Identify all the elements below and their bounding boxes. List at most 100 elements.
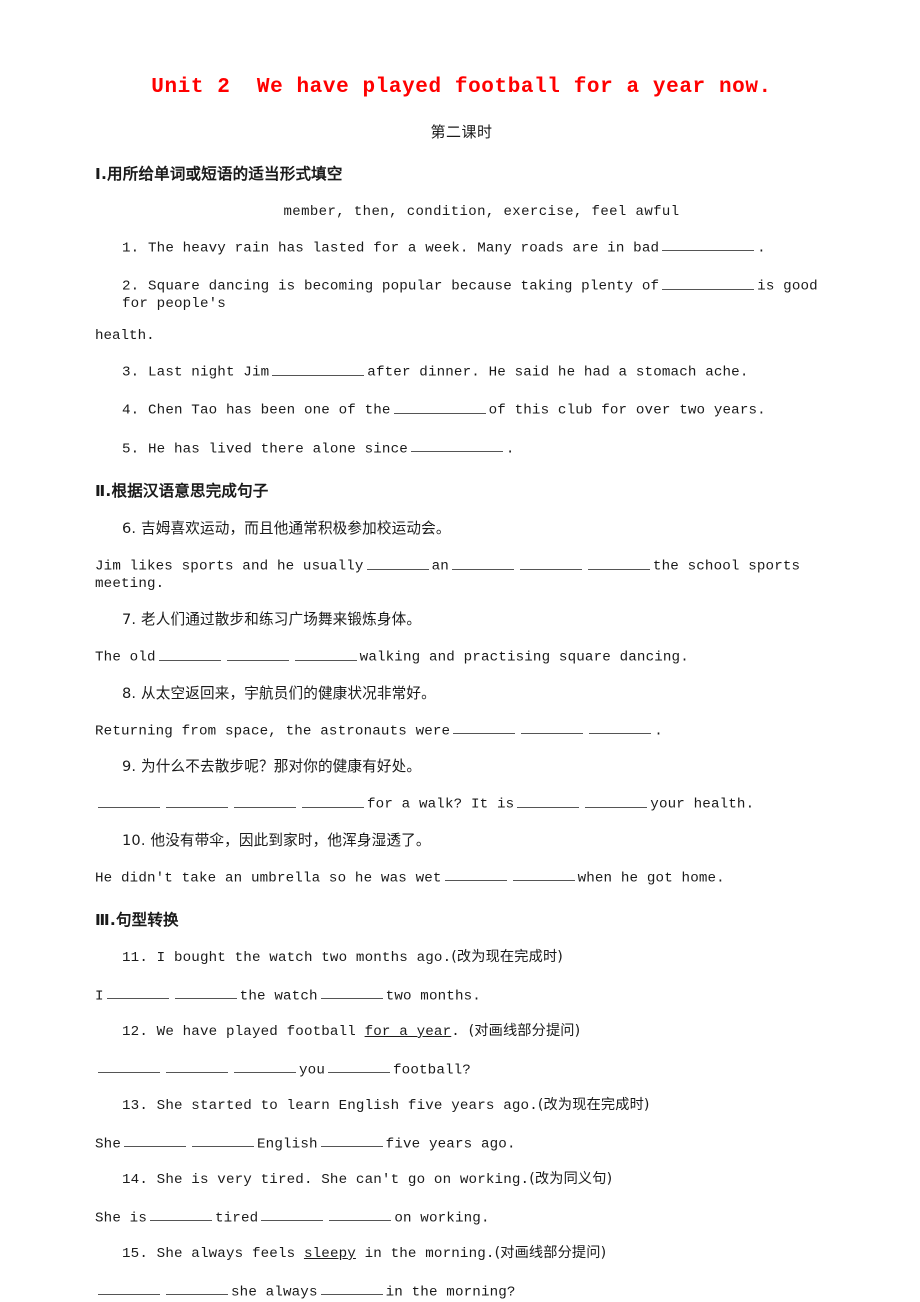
blank-input[interactable] [192, 1133, 254, 1148]
question-5: 5. He has lived there alone since. [95, 421, 828, 459]
blank-input[interactable] [124, 1133, 186, 1148]
blank-input[interactable] [587, 555, 650, 570]
question-8-answer: Returning from space, the astronauts wer… [95, 703, 828, 741]
question-14-text: 14. She is very tired. She can't go on w… [122, 1171, 530, 1188]
question-12-text-b: football? [393, 1062, 471, 1079]
blank-input[interactable] [234, 1059, 296, 1074]
question-8-text-a: Returning from space, the astronauts wer… [95, 723, 451, 740]
question-11-text-a: I [95, 988, 104, 1005]
blank-input[interactable] [174, 985, 237, 1000]
question-15-text-d: in the morning? [385, 1284, 516, 1301]
blank-input[interactable] [328, 1059, 390, 1074]
blank-input[interactable] [166, 793, 228, 808]
blank-input[interactable] [320, 1281, 383, 1296]
question-13-text-a: She [95, 1136, 121, 1153]
blank-input[interactable] [517, 793, 580, 808]
blank-input[interactable] [226, 646, 289, 661]
worksheet-page: Unit 2 We have played football for a yea… [0, 0, 920, 1302]
blank-input[interactable] [272, 361, 365, 376]
question-12-text: 12. We have played football [122, 1024, 365, 1040]
question-1: 1. The heavy rain has lasted for a week.… [95, 220, 828, 258]
blank-input[interactable] [234, 793, 296, 808]
blank-input[interactable] [106, 985, 169, 1000]
question-15-text-c: she always [231, 1284, 318, 1301]
question-6-text-b: an [431, 558, 449, 575]
question-13-instruction: (改为现在完成时) [537, 1096, 650, 1113]
question-6-chinese: 6. 吉姆喜欢运动，而且他通常积极参加校运动会。 [122, 519, 451, 537]
blank-input[interactable] [320, 1133, 383, 1148]
blank-input[interactable] [519, 555, 582, 570]
question-7-text-a: The old [95, 649, 156, 666]
blank-input[interactable] [166, 1059, 228, 1074]
question-3: 3. Last night Jim after dinner. He said h… [95, 344, 828, 382]
question-13-text: 13. She started to learn English five ye… [122, 1097, 538, 1114]
question-11: 11. I bought the watch two months ago.(改… [95, 932, 828, 968]
question-1-tail: . [757, 240, 766, 257]
question-11-text: 11. I bought the watch two months ago. [122, 950, 452, 967]
question-14: 14. She is very tired. She can't go on w… [95, 1154, 828, 1190]
blank-input[interactable] [589, 720, 652, 735]
question-12-answer: you football? [95, 1042, 828, 1080]
question-1-text: 1. The heavy rain has lasted for a week.… [122, 240, 660, 257]
question-15: 15. She always feels sleepy in the morni… [95, 1228, 828, 1264]
blank-input[interactable] [166, 1281, 228, 1296]
question-12-instruction: (对画线部分提问) [468, 1023, 581, 1039]
question-12-text-a: you [299, 1062, 325, 1079]
question-5-tail: . [505, 441, 515, 458]
question-14-text-a: She is [95, 1210, 147, 1227]
blank-input[interactable] [521, 720, 584, 735]
blank-input[interactable] [393, 399, 486, 414]
question-14-instruction: (改为同义句) [529, 1170, 613, 1187]
question-15-instruction: (对画线部分提问) [494, 1244, 607, 1261]
section-heading-1: Ⅰ.用所给单词或短语的适当形式填空 [95, 165, 343, 183]
question-11-text-b: the watch [239, 988, 318, 1005]
question-13-text-b: English [257, 1136, 318, 1153]
question-7-text-b: walking and practising square dancing. [359, 649, 689, 666]
question-10-text-b: when he got home. [577, 870, 725, 887]
blank-input[interactable] [149, 1207, 212, 1222]
blank-input[interactable] [453, 720, 516, 735]
blank-input[interactable] [662, 275, 755, 290]
section-heading-3: Ⅲ.句型转换 [95, 911, 179, 930]
blank-input[interactable] [366, 555, 429, 570]
question-14-text-c: on working. [394, 1210, 490, 1227]
question-13-answer: She English five years ago. [95, 1116, 828, 1154]
question-10-answer: He didn't take an umbrella so he was wet… [95, 850, 828, 888]
question-4-tail: of this club for over two years. [488, 402, 766, 419]
subtitle-lesson-period: 第二课时 [430, 123, 493, 141]
question-3-tail: after dinner. He said he had a stomach a… [367, 364, 749, 381]
blank-input[interactable] [444, 867, 507, 882]
blank-input[interactable] [98, 793, 160, 808]
question-6-text-a: Jim likes sports and he usually [95, 558, 364, 575]
blank-input[interactable] [662, 237, 755, 252]
blank-input[interactable] [329, 1207, 392, 1222]
question-12: 12. We have played football for a year. … [95, 1006, 828, 1042]
question-5-text: 5. He has lived there alone since [122, 441, 408, 458]
question-8-chinese: 8. 从太空返回来，宇航员们的健康状况非常好。 [122, 684, 436, 702]
blank-input[interactable] [98, 1281, 160, 1296]
question-9-chinese: 9. 为什么不去散步呢？那对你的健康有好处。 [122, 758, 422, 776]
question-8-tail: . [654, 723, 663, 740]
question-11-instruction: (改为现在完成时) [451, 949, 563, 966]
blank-input[interactable] [261, 1207, 324, 1222]
question-11-answer: Ithe watch two months. [95, 968, 828, 1006]
question-10-text-a: He didn't take an umbrella so he was wet [95, 870, 442, 887]
blank-input[interactable] [451, 555, 514, 570]
blank-input[interactable] [158, 646, 221, 661]
blank-input[interactable] [98, 1059, 160, 1074]
blank-input[interactable] [294, 646, 357, 661]
blank-input[interactable] [585, 793, 648, 808]
question-15-text-b: in the morning. [355, 1245, 495, 1262]
blank-input[interactable] [512, 867, 575, 882]
page-title: Unit 2 We have played football for a yea… [151, 76, 772, 99]
question-15-text: 15. She always feels [122, 1245, 304, 1262]
blank-input[interactable] [410, 438, 503, 453]
question-12-underlined-phrase: for a year [364, 1024, 452, 1040]
question-9-text-b: your health. [650, 796, 755, 813]
question-14-text-b: tired [214, 1210, 259, 1227]
question-3-text: 3. Last night Jim [122, 364, 270, 381]
question-2-text: 2. Square dancing is becoming popular be… [122, 278, 660, 295]
blank-input[interactable] [302, 793, 364, 808]
blank-input[interactable] [320, 985, 383, 1000]
question-2-wrap: health. [95, 328, 155, 345]
